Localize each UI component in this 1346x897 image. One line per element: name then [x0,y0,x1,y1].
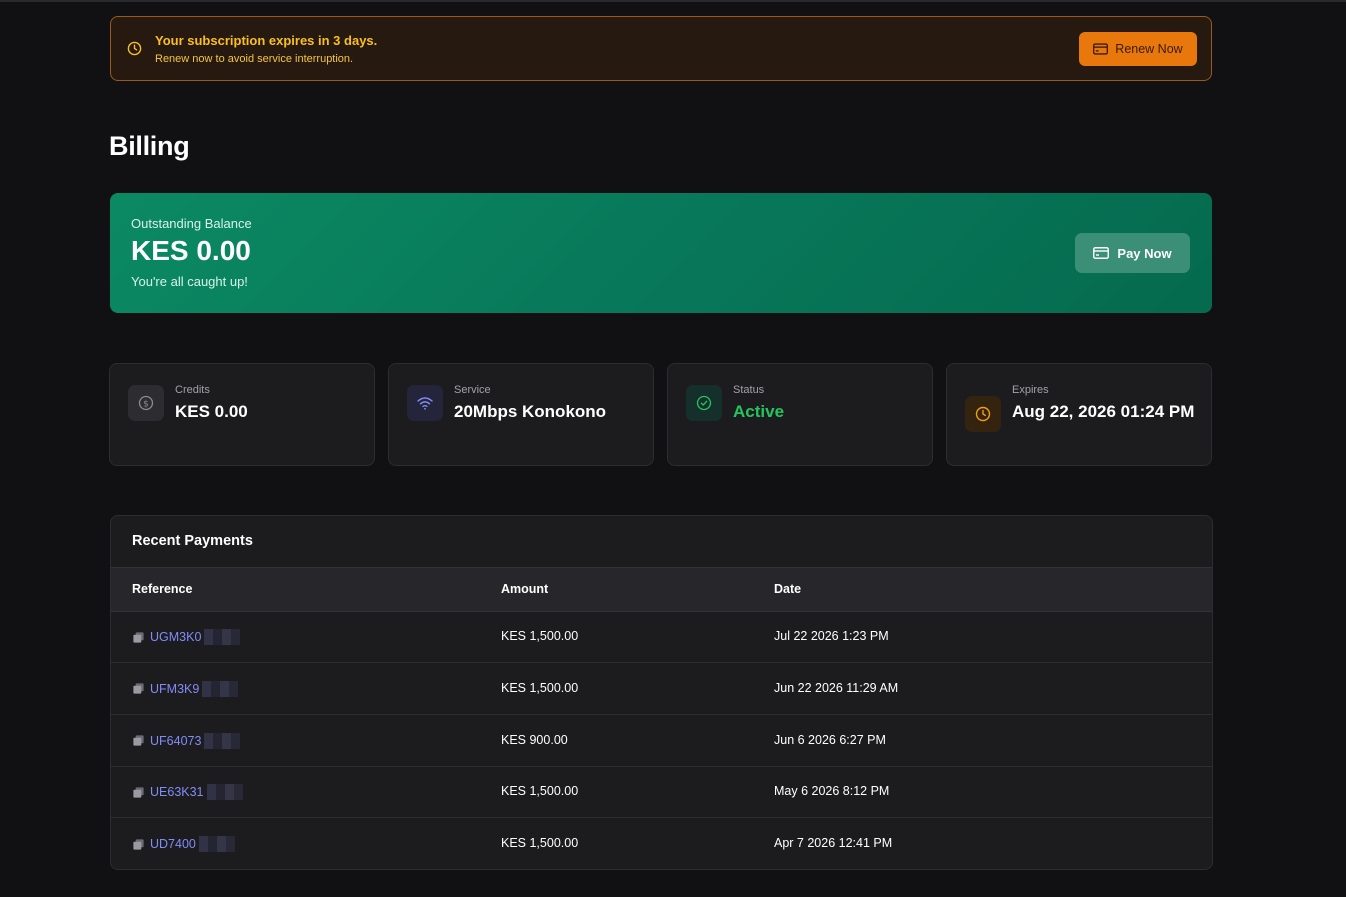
svg-text:$: $ [143,399,149,409]
status-value: Active [733,402,785,421]
expires-value: Aug 22, 2026 01:24 PM [1012,402,1195,421]
redacted-mask [204,732,241,749]
column-header-reference: Reference [132,582,193,596]
check-circle-icon [686,385,722,421]
table-row: UD7400 KES 1,500.00 Apr 7 2026 12:41 PM [111,818,1212,869]
amount-cell: KES 1,500.00 [501,784,579,799]
renew-now-label: Renew Now [1115,42,1183,56]
pay-now-label: Pay Now [1117,245,1172,261]
amount-cell: KES 1,500.00 [501,629,579,643]
copy-icon[interactable] [132,734,145,747]
credits-card: $ Credits KES 0.00 [109,363,375,466]
wifi-icon [407,385,443,421]
copy-icon[interactable] [132,838,145,851]
reference-link[interactable]: UE63K31 [150,785,204,799]
column-header-amount: Amount [501,582,549,596]
redacted-mask [198,836,235,853]
amount-cell: KES 1,500.00 [501,680,579,695]
redacted-mask [204,629,241,645]
banner-subtitle: Renew now to avoid service interruption. [155,53,354,65]
table-row: UE63K31 KES 1,500.00 May 6 2026 8:12 PM [111,766,1212,819]
expires-label: Expires [1012,384,1049,396]
credits-label: Credits [175,384,210,396]
reference-cell[interactable]: UF64073 [132,732,241,749]
page-title: Billing [109,131,190,161]
redacted-mask [202,680,239,697]
reference-link[interactable]: UF64073 [150,734,201,748]
status-label: Status [733,384,765,396]
status-card: Status Active [667,363,933,466]
renew-now-button[interactable]: Renew Now [1079,32,1197,66]
pay-now-button[interactable]: Pay Now [1075,233,1190,273]
column-header-date: Date [774,582,802,596]
service-value: 20Mbps Konokono [454,402,607,421]
recent-payments-title: Recent Payments [132,533,253,549]
credit-card-icon [1093,247,1110,259]
service-label: Service [454,384,491,396]
clock-icon [127,41,142,56]
balance-value: KES 0.00 [131,235,251,266]
expires-card: Expires Aug 22, 2026 01:24 PM [946,363,1212,466]
service-card: Service 20Mbps Konokono [388,363,654,466]
reference-link[interactable]: UD7400 [150,837,196,851]
table-row: UFM3K9 KES 1,500.00 Jun 22 2026 11:29 AM [111,663,1212,715]
reference-link[interactable]: UGM3K0 [150,630,201,644]
clock-icon [965,396,1001,432]
copy-icon[interactable] [132,786,145,799]
amount-cell: KES 1,500.00 [501,836,579,851]
table-header: Reference Amount Date [111,567,1212,612]
outstanding-balance-card: Outstanding Balance KES 0.00 You're all … [110,193,1212,313]
reference-cell[interactable]: UFM3K9 [132,680,239,697]
copy-icon[interactable] [132,631,145,644]
banner-title: Your subscription expires in 3 days. [155,33,378,48]
top-divider [0,0,1346,2]
reference-cell[interactable]: UGM3K0 [132,629,241,645]
date-cell: Jun 22 2026 11:29 AM [774,680,899,695]
date-cell: Jun 6 2026 6:27 PM [774,732,886,747]
redacted-mask [206,784,243,801]
recent-payments-card: Recent Payments Reference Amount Date UG… [110,515,1213,870]
date-cell: May 6 2026 8:12 PM [774,784,890,799]
balance-note: You're all caught up! [131,274,248,289]
date-cell: Apr 7 2026 12:41 PM [774,836,893,851]
copy-icon[interactable] [132,682,145,695]
credit-card-icon [1093,43,1109,55]
reference-link[interactable]: UFM3K9 [150,682,199,696]
reference-cell[interactable]: UD7400 [132,836,235,853]
dollar-icon: $ [128,385,164,421]
balance-label: Outstanding Balance [131,216,252,231]
credits-value: KES 0.00 [175,402,248,421]
table-row: UGM3K0 KES 1,500.00 Jul 22 2026 1:23 PM [111,611,1212,663]
subscription-banner: Your subscription expires in 3 days. Ren… [110,16,1212,81]
table-row: UF64073 KES 900.00 Jun 6 2026 6:27 PM [111,715,1212,767]
date-cell: Jul 22 2026 1:23 PM [774,629,889,643]
reference-cell[interactable]: UE63K31 [132,784,243,801]
amount-cell: KES 900.00 [501,732,568,747]
